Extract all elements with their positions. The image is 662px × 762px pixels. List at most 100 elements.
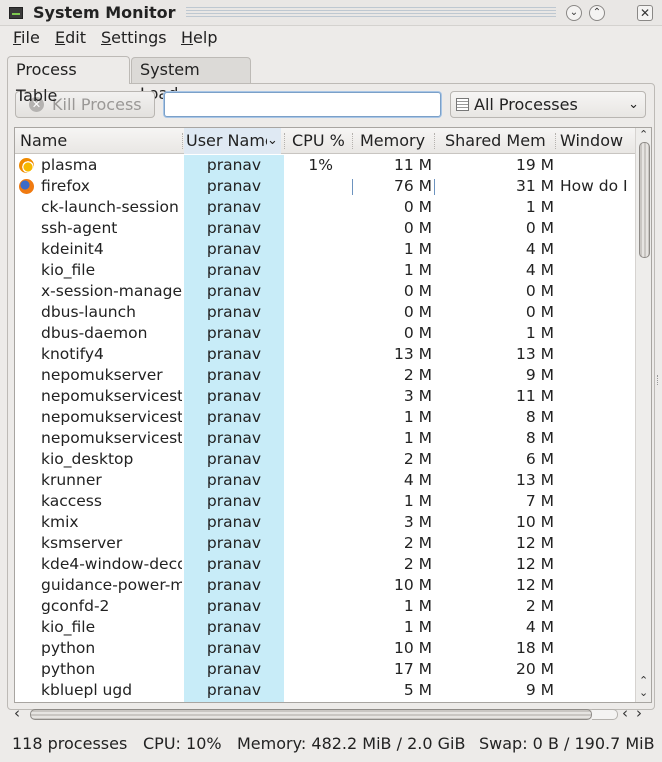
header-separator[interactable]	[434, 133, 435, 149]
table-row[interactable]: dbus-launch pranav 0 M 0 M	[15, 302, 635, 323]
header-user-name[interactable]: User Name	[184, 128, 279, 154]
process-name-cell: x-session-manager	[41, 282, 182, 300]
search-input[interactable]	[164, 92, 441, 117]
menu-settings[interactable]: Settings	[101, 28, 167, 47]
shared-mem-cell: 1 M	[525, 198, 554, 216]
memory-cell: 0 M	[403, 198, 432, 216]
minimize-button[interactable]: ⌄	[566, 5, 582, 21]
resize-grip[interactable]	[657, 375, 660, 385]
menu-edit[interactable]: Edit	[55, 28, 86, 47]
table-row[interactable]: dbus-daemon pranav 0 M 1 M	[15, 323, 635, 344]
header-separator[interactable]	[352, 133, 353, 149]
user-name-cell: pranav	[206, 324, 262, 342]
memory-cell: 2 M	[403, 366, 432, 384]
header-name[interactable]: Name	[20, 128, 180, 154]
table-row[interactable]: gconfd-2 pranav 1 M 2 M	[15, 596, 635, 617]
header-shared-mem[interactable]: Shared Mem	[445, 128, 555, 154]
shared-mem-cell: 13 M	[515, 345, 554, 363]
window-cell	[560, 617, 635, 638]
table-row[interactable]: ssh-agent pranav 0 M 0 M	[15, 218, 635, 239]
table-row[interactable]: kio_desktop pranav 2 M 6 M	[15, 449, 635, 470]
user-name-cell: pranav	[206, 156, 262, 174]
table-row[interactable]: plasma pranav 1% 11 M 19 M	[15, 155, 635, 176]
process-name-cell: firefox	[41, 177, 90, 195]
table-row[interactable]: nepomukservicestub pranav 3 M 11 M	[15, 386, 635, 407]
window-cell	[560, 575, 635, 596]
horizontal-scroll-track[interactable]	[592, 709, 618, 720]
table-row[interactable]: python pranav 17 M 20 M	[15, 659, 635, 680]
vertical-scroll-thumb[interactable]	[639, 142, 650, 258]
table-row[interactable]: ck-launch-session pranav 0 M 1 M	[15, 197, 635, 218]
menu-file[interactable]: File	[13, 28, 40, 47]
title-bar[interactable]: System Monitor ⌄ ⌃ ✕	[0, 0, 662, 26]
scroll-right-arrow[interactable]: ›	[636, 704, 642, 722]
header-separator[interactable]	[284, 133, 285, 149]
user-name-cell: pranav	[206, 492, 262, 510]
horizontal-scroll-thumb[interactable]	[30, 709, 592, 720]
menu-file-mnemonic: F	[13, 28, 22, 47]
scroll-left-arrow-right[interactable]: ‹	[622, 704, 628, 722]
scroll-down-arrow[interactable]: ⌄	[639, 686, 648, 699]
user-name-cell: pranav	[206, 660, 262, 678]
tab-system-load[interactable]: System Load	[131, 57, 251, 103]
table-row[interactable]: krunner pranav 4 M 13 M	[15, 470, 635, 491]
vertical-scrollbar[interactable]: ⌃ ⌃ ⌄	[635, 128, 651, 702]
horizontal-scrollbar[interactable]: ‹ ‹ ›	[14, 704, 652, 724]
header-cpu[interactable]: CPU %	[292, 128, 350, 154]
cpu-cell	[285, 365, 333, 386]
process-name-cell: gconfd-2	[41, 597, 110, 615]
memory-cell: 2 M	[403, 534, 432, 552]
user-name-cell: pranav	[206, 366, 262, 384]
process-name-cell: nepomukservicestub	[41, 429, 182, 447]
table-row[interactable]: nepomukserver pranav 2 M 9 M	[15, 365, 635, 386]
header-memory[interactable]: Memory	[360, 128, 432, 154]
table-row[interactable]: python pranav 10 M 18 M	[15, 638, 635, 659]
process-table[interactable]: Name User Name ⌄ CPU % Memory Shared Mem…	[14, 127, 652, 703]
menu-settings-label: ettings	[111, 28, 167, 47]
table-row[interactable]: firefox pranav 76 M 31 M How do I	[15, 176, 635, 197]
memory-cell: 1 M	[403, 618, 432, 636]
shared-mem-cell: 4 M	[525, 618, 554, 636]
process-name-cell: kde4-window-decorator	[41, 555, 182, 573]
user-name-cell: pranav	[206, 345, 262, 363]
process-name-cell: nepomukserver	[41, 366, 163, 384]
table-row[interactable]: kmix pranav 3 M 10 M	[15, 512, 635, 533]
table-row[interactable]: kbluepl ugd pranav 5 M 9 M	[15, 680, 635, 701]
header-separator[interactable]	[555, 133, 556, 149]
user-name-cell: pranav	[206, 513, 262, 531]
memory-cell: 11 M	[393, 156, 432, 174]
table-row[interactable]: kaccess pranav 1 M 7 M	[15, 491, 635, 512]
user-name-cell: pranav	[206, 576, 262, 594]
table-row[interactable]: kde4-window-decorator pranav 2 M 12 M	[15, 554, 635, 575]
tab-process-table[interactable]: Process Table	[7, 56, 130, 105]
window-cell	[560, 218, 635, 239]
cpu-cell	[285, 533, 333, 554]
cpu-cell	[285, 575, 333, 596]
process-name-cell: dbus-daemon	[41, 324, 148, 342]
header-separator[interactable]	[182, 133, 183, 149]
table-row[interactable]: kdeinit4 pranav 1 M 4 M	[15, 239, 635, 260]
shared-mem-cell: 12 M	[515, 534, 554, 552]
process-name-cell: python	[41, 660, 96, 678]
table-row[interactable]: x-session-manager pranav 0 M 0 M	[15, 281, 635, 302]
memory-cell: 10 M	[393, 639, 432, 657]
menu-help[interactable]: Help	[181, 28, 217, 47]
process-name-cell: dbus-launch	[41, 303, 136, 321]
table-row[interactable]: ksmserver pranav 2 M 12 M	[15, 533, 635, 554]
process-filter-select[interactable]: All Processes ⌄	[450, 91, 646, 118]
shared-mem-cell: 1 M	[525, 324, 554, 342]
table-row[interactable]: kio_file pranav 1 M 4 M	[15, 617, 635, 638]
scroll-up-arrow[interactable]: ⌃	[639, 128, 648, 141]
window-cell	[560, 449, 635, 470]
close-button[interactable]: ✕	[637, 5, 653, 21]
table-row[interactable]: guidance-power-manager pranav 10 M 12 M	[15, 575, 635, 596]
scroll-left-arrow[interactable]: ‹	[14, 704, 20, 722]
table-row[interactable]: knotify4 pranav 13 M 13 M	[15, 344, 635, 365]
shared-mem-cell: 31 M	[515, 177, 554, 195]
memory-cell: 5 M	[403, 681, 432, 699]
header-window[interactable]: Window	[560, 128, 635, 154]
maximize-button[interactable]: ⌃	[589, 5, 605, 21]
table-row[interactable]: nepomukservicestub pranav 1 M 8 M	[15, 407, 635, 428]
table-row[interactable]: kio_file pranav 1 M 4 M	[15, 260, 635, 281]
table-row[interactable]: nepomukservicestub pranav 1 M 8 M	[15, 428, 635, 449]
